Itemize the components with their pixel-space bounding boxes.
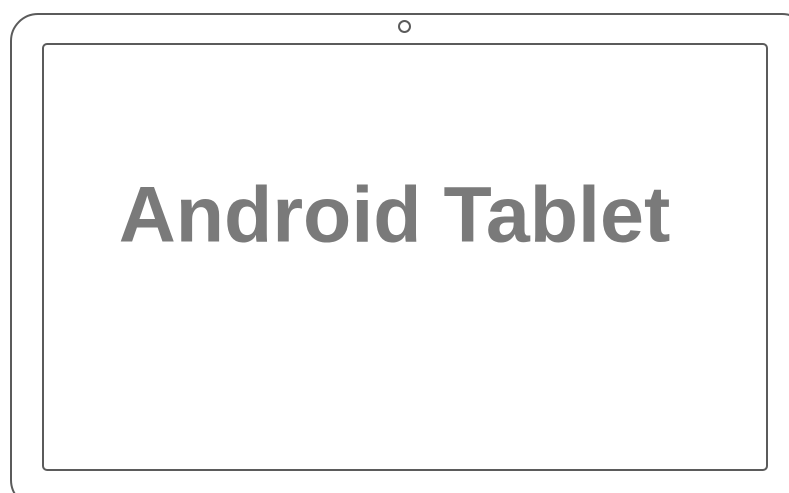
tablet-illustration: Android Tablet — [0, 0, 789, 493]
screen-title: Android Tablet — [118, 169, 671, 259]
camera-icon — [398, 20, 411, 33]
